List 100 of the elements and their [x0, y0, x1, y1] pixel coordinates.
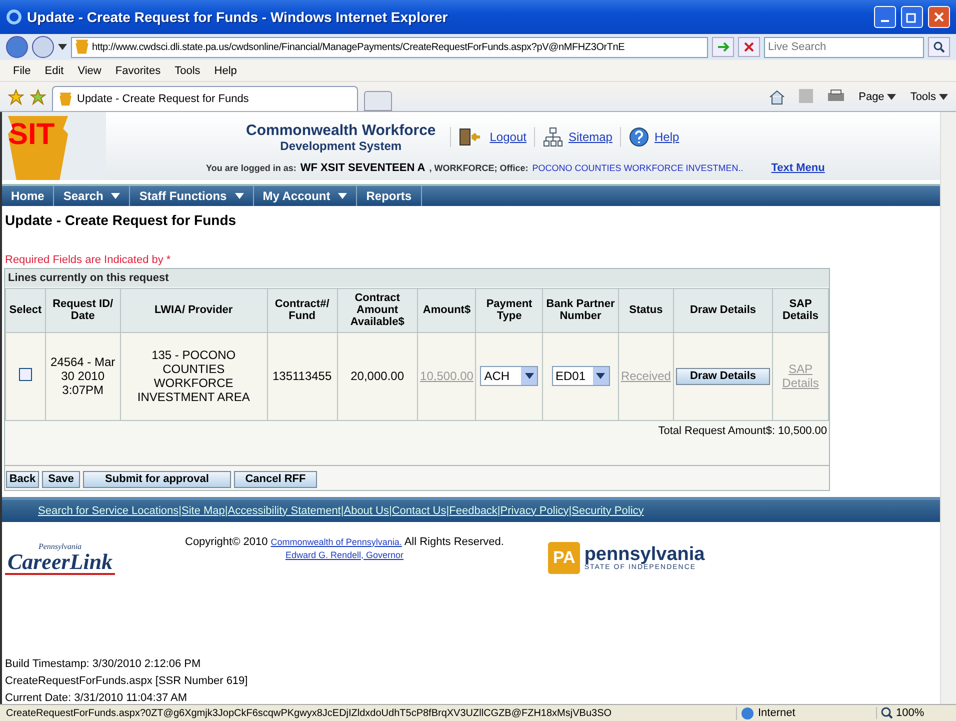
build-info: Current Date: 3/31/2010 11:04:37 AM — [5, 692, 188, 704]
star-icon[interactable] — [30, 88, 46, 104]
caret-icon — [524, 373, 534, 380]
close-button[interactable] — [928, 6, 950, 28]
user-name: WF XSIT SEVENTEEN A — [300, 162, 426, 174]
column-header: Bank Partner Number — [542, 288, 618, 332]
caret-icon — [111, 192, 120, 199]
total-amount: Total Request Amount$: 10,500.00 — [657, 424, 828, 439]
form-button[interactable]: Back — [6, 470, 39, 488]
page-title: Update - Create Request for Funds — [5, 212, 238, 228]
site-title: Commonwealth Workforce Development System — [246, 122, 436, 152]
column-header: LWIA/ Provider — [120, 288, 268, 332]
caret-icon — [338, 192, 348, 199]
column-header: SAP Details — [772, 288, 828, 332]
page-menu[interactable]: Page — [858, 88, 896, 104]
login-label: You are logged in as: — [206, 163, 296, 173]
footer-link[interactable]: Contact Us| — [392, 504, 450, 517]
minimize-button[interactable] — [874, 6, 896, 28]
menu-item[interactable]: File — [8, 64, 36, 76]
refresh-button[interactable] — [712, 37, 734, 57]
nav-item[interactable]: Home — [2, 186, 54, 206]
footer-link[interactable]: Search for Service Locations| — [38, 504, 182, 517]
site-icon — [59, 92, 72, 106]
caret-icon — [887, 94, 896, 100]
table-cell: 24564 - Mar 30 2010 3:07PM — [50, 355, 116, 398]
menu-item[interactable]: View — [72, 64, 106, 76]
stop-button[interactable] — [738, 37, 760, 57]
column-header: Draw Details — [673, 288, 772, 332]
office-name: POCONO COUNTIES WORKFORCE INVESTMEN.. — [532, 163, 744, 173]
table-cell: 20,000.00 — [350, 369, 404, 384]
text-menu-link[interactable]: Text Menu — [771, 162, 825, 174]
nav-item[interactable]: My Account — [254, 186, 358, 206]
footer-link[interactable]: Site Map| — [181, 504, 228, 517]
magnifier-icon — [881, 707, 893, 719]
search-button[interactable] — [928, 37, 950, 57]
close-icon — [934, 12, 944, 22]
address-field[interactable]: http://www.cwdsci.dli.state.pa.us/cwdsonline/Financial/ManagePayments/CreateRequestForFunds.aspx?pV@nMFHZ3OrTnE — [71, 36, 708, 58]
printer-icon[interactable] — [826, 88, 845, 102]
caret-icon — [596, 373, 606, 380]
help-link[interactable]: Help — [620, 127, 688, 147]
table-cell: 135 - POCONO COUNTIES WORKFORCE INVESTMENT AREA — [137, 348, 250, 404]
search-icon — [933, 41, 945, 53]
build-info: CreateRequestForFunds.aspx [SSR Number 619] — [5, 675, 249, 688]
column-header: Status — [618, 288, 674, 332]
menu-item[interactable]: Tools — [170, 64, 206, 76]
commonwealth-link[interactable]: Commonwealth of Pennsylvania. — [270, 536, 402, 547]
scrollbar[interactable] — [940, 112, 956, 704]
sitemap-icon — [543, 127, 564, 147]
careerlink-logo: Pennsylvania CareerLink — [5, 542, 115, 575]
minimize-icon — [881, 20, 889, 22]
footer-link[interactable]: Accessibility Statement| — [228, 504, 344, 517]
caret-icon — [58, 44, 67, 50]
role-label: , WORKFORCE; Office: — [429, 163, 528, 173]
forward-button[interactable] — [32, 36, 54, 58]
site-icon — [75, 39, 89, 55]
column-header: Payment Type — [476, 288, 543, 332]
logout-link[interactable]: Logout — [450, 127, 534, 147]
menu-item[interactable]: Help — [209, 64, 242, 76]
nav-item[interactable]: Reports — [357, 186, 422, 206]
browser-tab[interactable]: Update - Create Request for Funds — [52, 86, 358, 111]
panel-caption: Lines currently on this request — [5, 268, 829, 287]
window-title: Update - Create Request for Funds - Windows Internet Explorer — [27, 9, 449, 25]
arrow-icon — [716, 41, 730, 53]
table-cell: 135113455 — [272, 369, 332, 384]
nav-item[interactable]: Search — [54, 186, 130, 206]
zoom-level[interactable]: 100% — [876, 707, 956, 719]
copyright-text: Copyright© 2010 Commonwealth of Pennsylvania. All Rights Reserved. — [185, 536, 504, 548]
caret-icon — [939, 94, 948, 100]
sitemap-link[interactable]: Sitemap — [534, 127, 620, 147]
globe-icon — [741, 706, 754, 720]
form-button[interactable]: Submit for approval — [83, 470, 231, 488]
column-header: Amount$ — [418, 288, 476, 332]
status-url: CreateRequestForFunds.aspx?0ZT@g6Xgmjk3JopCkF6scqwPKgwyx8JcEDjIZldxdoUdhT5cP8fBrqXV3UZllCGZB@FZH18xMsjVBu3SO — [5, 708, 613, 718]
back-button[interactable] — [6, 36, 28, 58]
maximize-icon — [906, 11, 918, 23]
form-button[interactable]: Save — [42, 470, 80, 488]
build-info: Build Timestamp: 3/30/2010 2:12:06 PM — [5, 658, 202, 670]
footer-link[interactable]: Security Policy — [572, 504, 644, 517]
star-icon[interactable] — [8, 88, 24, 104]
required-note: Required Fields are Indicated by * — [5, 254, 172, 266]
menu-item[interactable]: Edit — [40, 64, 69, 76]
menu-item[interactable]: Favorites — [110, 64, 166, 76]
tools-menu[interactable]: Tools — [910, 88, 948, 104]
column-header: Select — [6, 288, 46, 332]
governor-link[interactable]: Edward G. Rendell, Governor — [285, 550, 404, 560]
column-header: Contract Amount Available$ — [337, 288, 418, 332]
help-icon — [629, 127, 650, 147]
form-button[interactable]: Cancel RFF — [234, 470, 317, 488]
footer-link[interactable]: Privacy Policy| — [500, 504, 572, 517]
footer-link[interactable]: About Us| — [344, 504, 392, 517]
close-icon — [744, 42, 754, 52]
maximize-button[interactable] — [901, 6, 923, 28]
security-zone: Internet — [736, 706, 876, 720]
footer-link[interactable]: Feedback| — [449, 504, 500, 517]
site-logo: SIT — [8, 116, 68, 180]
column-header: Request ID/ Date — [46, 288, 120, 332]
home-icon[interactable] — [768, 88, 785, 104]
search-field[interactable]: Live Search — [764, 36, 924, 58]
caret-icon — [234, 192, 244, 199]
nav-item[interactable]: Staff Functions — [130, 186, 254, 206]
